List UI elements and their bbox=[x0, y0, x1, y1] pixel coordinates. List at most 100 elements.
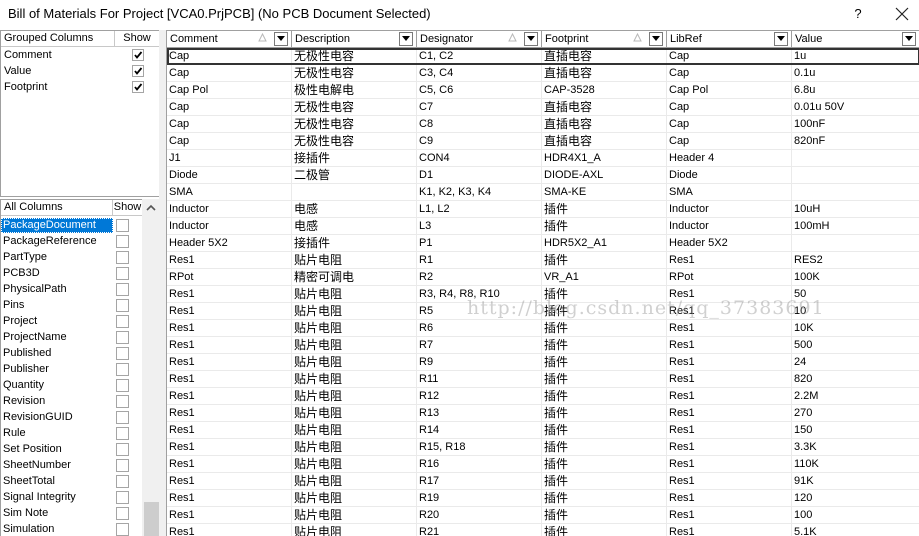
close-button[interactable] bbox=[892, 4, 912, 24]
bom-table-row[interactable]: J1 接插件 CON4 HDR4X1_A Header 4 bbox=[167, 150, 919, 167]
show-checkbox[interactable] bbox=[116, 314, 129, 328]
show-checkbox[interactable] bbox=[132, 65, 144, 77]
grouped-column-item[interactable]: Value bbox=[1, 63, 160, 79]
grouped-column-item[interactable]: Footprint bbox=[1, 79, 160, 95]
column-header-comment[interactable]: Comment bbox=[167, 31, 292, 47]
column-filter-dropdown[interactable] bbox=[274, 32, 288, 46]
all-column-item[interactable]: PackageDocument bbox=[1, 217, 142, 233]
bom-table-row[interactable]: Res1 贴片电阻 R7 插件 Res1 500 bbox=[167, 337, 919, 354]
all-column-item[interactable]: ProjectName bbox=[1, 329, 142, 345]
show-checkbox[interactable] bbox=[116, 394, 129, 408]
bom-table-row[interactable]: Cap Pol 极性电解电 C5, C6 CAP-3528 Cap Pol 6.8u bbox=[167, 82, 919, 99]
bom-table-row[interactable]: SMA K1, K2, K3, K4 SMA-KE SMA bbox=[167, 184, 919, 201]
bom-table-row[interactable]: Cap 无极性电容 C1, C2 直插电容 Cap 1u bbox=[167, 48, 919, 65]
bom-table-row[interactable]: Res1 贴片电阻 R11 插件 Res1 820 bbox=[167, 371, 919, 388]
show-checkbox[interactable] bbox=[116, 250, 129, 264]
all-column-item[interactable]: Pins bbox=[1, 297, 142, 313]
show-checkbox[interactable] bbox=[116, 346, 129, 360]
all-columns-scrollbar[interactable] bbox=[142, 199, 159, 536]
all-column-item[interactable]: Project bbox=[1, 313, 142, 329]
column-filter-dropdown[interactable] bbox=[399, 32, 413, 46]
show-checkbox[interactable] bbox=[116, 474, 129, 488]
bom-table-row[interactable]: Res1 贴片电阻 R13 插件 Res1 270 bbox=[167, 405, 919, 422]
bom-table-row[interactable]: Cap 无极性电容 C9 直插电容 Cap 820nF bbox=[167, 133, 919, 150]
bom-table-row[interactable]: Inductor 电感 L1, L2 插件 Inductor 10uH bbox=[167, 201, 919, 218]
column-filter-dropdown[interactable] bbox=[774, 32, 788, 46]
bom-table-row[interactable]: Res1 贴片电阻 R15, R18 插件 Res1 3.3K bbox=[167, 439, 919, 456]
scroll-up-button[interactable] bbox=[142, 199, 159, 216]
bom-table-row[interactable]: Diode 二极管 D1 DIODE-AXL Diode bbox=[167, 167, 919, 184]
column-header-designator[interactable]: Designator bbox=[417, 31, 542, 47]
all-column-item[interactable]: Publisher bbox=[1, 361, 142, 377]
all-columns-header-show[interactable]: Show bbox=[113, 200, 142, 215]
bom-table-row[interactable]: Res1 贴片电阻 R21 插件 Res1 5.1K bbox=[167, 524, 919, 536]
show-checkbox[interactable] bbox=[116, 266, 129, 280]
show-checkbox[interactable] bbox=[116, 234, 129, 248]
column-header-footprint[interactable]: Footprint bbox=[542, 31, 667, 47]
all-column-item[interactable]: SheetTotal bbox=[1, 473, 142, 489]
show-checkbox[interactable] bbox=[116, 522, 129, 536]
cell-designator: CON4 bbox=[417, 150, 542, 166]
column-filter-dropdown[interactable] bbox=[649, 32, 663, 46]
all-column-item[interactable]: Quantity bbox=[1, 377, 142, 393]
show-checkbox[interactable] bbox=[132, 81, 144, 93]
column-header-description[interactable]: Description bbox=[292, 31, 417, 47]
show-checkbox[interactable] bbox=[116, 426, 129, 440]
all-column-item[interactable]: Sim Note bbox=[1, 505, 142, 521]
bom-table-row[interactable]: Res1 贴片电阻 R19 插件 Res1 120 bbox=[167, 490, 919, 507]
show-checkbox[interactable] bbox=[132, 49, 144, 61]
show-checkbox[interactable] bbox=[116, 218, 129, 232]
show-checkbox[interactable] bbox=[116, 330, 129, 344]
show-checkbox[interactable] bbox=[116, 362, 129, 376]
all-column-item[interactable]: PCB3D bbox=[1, 265, 142, 281]
column-filter-dropdown[interactable] bbox=[902, 32, 916, 46]
all-column-item[interactable]: Signal Integrity bbox=[1, 489, 142, 505]
column-header-libref[interactable]: LibRef bbox=[667, 31, 792, 47]
bom-table-row[interactable]: Res1 贴片电阻 R12 插件 Res1 2.2M bbox=[167, 388, 919, 405]
bom-table-row[interactable]: Res1 贴片电阻 R6 插件 Res1 10K bbox=[167, 320, 919, 337]
cell-value: 5.1K bbox=[792, 524, 919, 536]
all-column-item[interactable]: SheetNumber bbox=[1, 457, 142, 473]
panel-splitter[interactable] bbox=[159, 30, 166, 536]
all-column-label: PartType bbox=[3, 250, 48, 263]
show-checkbox[interactable] bbox=[116, 282, 129, 296]
all-column-item[interactable]: PhysicalPath bbox=[1, 281, 142, 297]
bom-table-row[interactable]: Cap 无极性电容 C8 直插电容 Cap 100nF bbox=[167, 116, 919, 133]
bom-table-row[interactable]: Res1 贴片电阻 R20 插件 Res1 100 bbox=[167, 507, 919, 524]
bom-table-row[interactable]: Res1 贴片电阻 R17 插件 Res1 91K bbox=[167, 473, 919, 490]
column-header-value[interactable]: Value bbox=[792, 31, 919, 47]
all-column-item[interactable]: PartType bbox=[1, 249, 142, 265]
all-column-item[interactable]: Simulation bbox=[1, 521, 142, 536]
bom-table-row[interactable]: Res1 贴片电阻 R3, R4, R8, R10 插件 Res1 50 bbox=[167, 286, 919, 303]
show-checkbox[interactable] bbox=[116, 458, 129, 472]
column-filter-dropdown[interactable] bbox=[524, 32, 538, 46]
show-checkbox[interactable] bbox=[116, 410, 129, 424]
bom-table-row[interactable]: Res1 贴片电阻 R14 插件 Res1 150 bbox=[167, 422, 919, 439]
bom-table-row[interactable]: Cap 无极性电容 C3, C4 直插电容 Cap 0.1u bbox=[167, 65, 919, 82]
bom-table-row[interactable]: Res1 贴片电阻 R1 插件 Res1 RES2 bbox=[167, 252, 919, 269]
all-column-item[interactable]: PackageReference bbox=[1, 233, 142, 249]
bom-table-row[interactable]: Res1 贴片电阻 R5 插件 Res1 10 bbox=[167, 303, 919, 320]
all-columns-header-name[interactable]: All Columns bbox=[1, 200, 113, 215]
grouped-column-item[interactable]: Comment bbox=[1, 47, 160, 63]
all-column-item[interactable]: Set Position bbox=[1, 441, 142, 457]
bom-table-row[interactable]: Header 5X2 接插件 P1 HDR5X2_A1 Header 5X2 bbox=[167, 235, 919, 252]
show-checkbox[interactable] bbox=[116, 298, 129, 312]
all-column-item[interactable]: RevisionGUID bbox=[1, 409, 142, 425]
all-column-item[interactable]: Published bbox=[1, 345, 142, 361]
bom-table-row[interactable]: Cap 无极性电容 C7 直插电容 Cap 0.01u 50V bbox=[167, 99, 919, 116]
bom-table-row[interactable]: Res1 贴片电阻 R9 插件 Res1 24 bbox=[167, 354, 919, 371]
show-checkbox[interactable] bbox=[116, 378, 129, 392]
grouped-columns-header-name[interactable]: Grouped Columns bbox=[1, 31, 115, 46]
bom-table-row[interactable]: Res1 贴片电阻 R16 插件 Res1 110K bbox=[167, 456, 919, 473]
scrollbar-thumb[interactable] bbox=[144, 502, 159, 536]
all-column-item[interactable]: Rule bbox=[1, 425, 142, 441]
show-checkbox[interactable] bbox=[116, 490, 129, 504]
all-column-item[interactable]: Revision bbox=[1, 393, 142, 409]
show-checkbox[interactable] bbox=[116, 506, 129, 520]
help-button[interactable]: ? bbox=[850, 4, 866, 24]
show-checkbox[interactable] bbox=[116, 442, 129, 456]
bom-table-row[interactable]: Inductor 电感 L3 插件 Inductor 100mH bbox=[167, 218, 919, 235]
grouped-columns-header-show[interactable]: Show bbox=[115, 31, 159, 46]
bom-table-row[interactable]: RPot 精密可调电 R2 VR_A1 RPot 100K bbox=[167, 269, 919, 286]
